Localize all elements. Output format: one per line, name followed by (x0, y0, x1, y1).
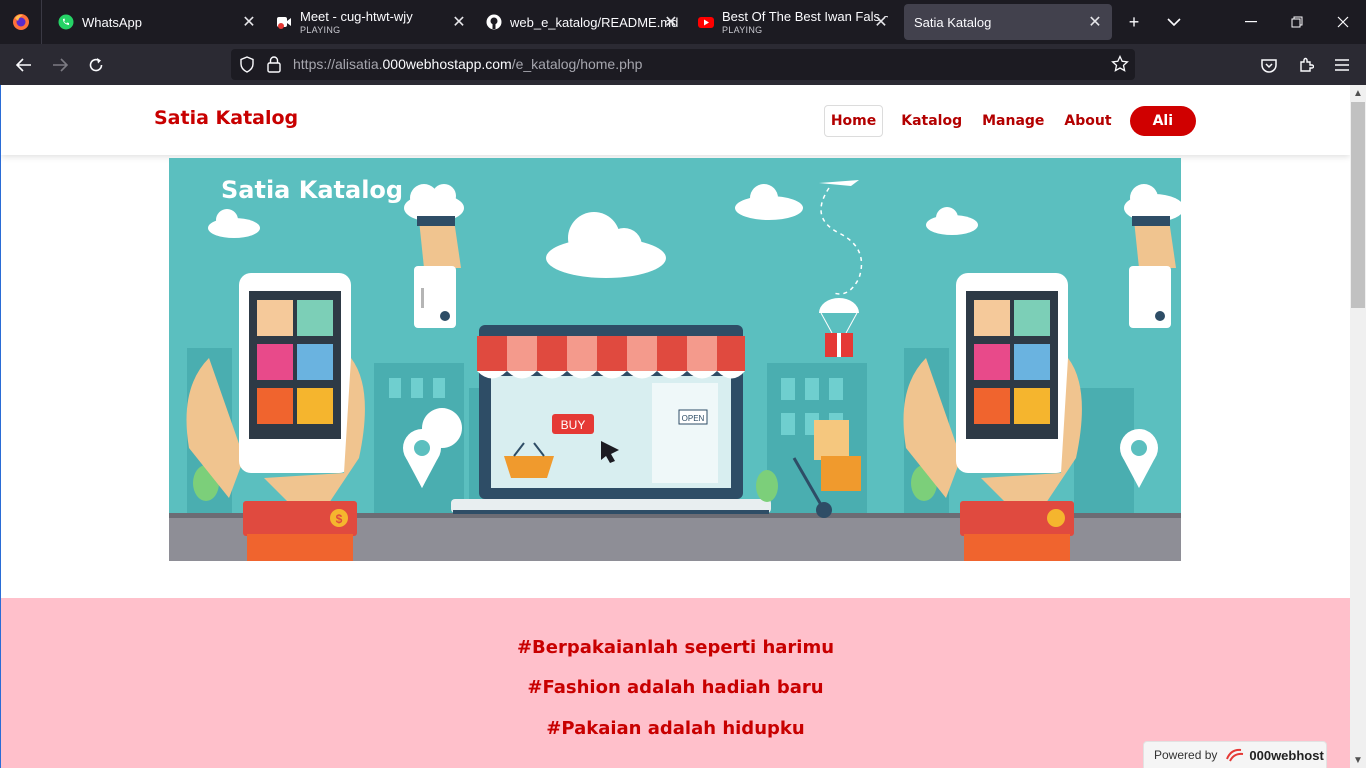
app-menu-icon[interactable] (1327, 50, 1357, 80)
close-tab-icon[interactable]: ✕ (450, 13, 468, 31)
tab-meet[interactable]: Meet - cug-htwt-wjy PLAYING ✕ (266, 4, 476, 40)
tab-github[interactable]: web_e_katalog/README.md ✕ (476, 4, 688, 40)
scroll-up-arrow-icon[interactable]: ▲ (1350, 85, 1366, 101)
close-tab-icon[interactable]: ✕ (240, 13, 258, 31)
firefox-menu-icon[interactable] (0, 0, 42, 44)
tab-whatsapp[interactable]: WhatsApp ✕ (48, 4, 266, 40)
tab-satia-katalog[interactable]: Satia Katalog ✕ (904, 4, 1112, 40)
main-menu: Home Katalog Manage About Ali (816, 105, 1196, 137)
powered-by-brand: 000webhost (1249, 747, 1324, 763)
pocket-icon[interactable] (1254, 50, 1284, 80)
menu-katalog-link[interactable]: Katalog (895, 106, 968, 136)
coin-label: $ (336, 512, 343, 526)
site-brand[interactable]: Satia Katalog (154, 107, 298, 129)
youtube-icon (698, 14, 714, 30)
scroll-down-arrow-icon[interactable]: ▼ (1350, 752, 1366, 768)
tab-title: Satia Katalog (914, 14, 992, 30)
url-text: https://alisatia.000webhostapp.com/e_kat… (293, 56, 643, 72)
page-scrollbar[interactable]: ▲ ▼ (1350, 85, 1366, 768)
hero-illustration: BUY OPEN $ (169, 158, 1181, 561)
menu-home-link[interactable]: Home (823, 105, 884, 137)
quote-line: #Pakaian adalah hidupku (546, 718, 805, 739)
tab-title: Best Of The Best Iwan Fals ~ (722, 9, 888, 24)
scrollbar-thumb[interactable] (1351, 102, 1365, 308)
tab-title: web_e_katalog/README.md (510, 14, 678, 30)
menu-about-link[interactable]: About (1058, 106, 1117, 136)
close-tab-icon[interactable]: ✕ (1086, 13, 1104, 31)
powered-by-badge[interactable]: Powered by 000webhost (1143, 741, 1327, 768)
address-bar[interactable]: https://alisatia.000webhostapp.com/e_kat… (231, 49, 1135, 80)
whatsapp-icon (58, 14, 74, 30)
reload-icon[interactable] (81, 50, 111, 80)
user-account-button[interactable]: Ali (1129, 106, 1196, 136)
list-tabs-chevron-icon[interactable] (1154, 4, 1194, 40)
minimize-icon[interactable] (1228, 0, 1274, 44)
tab-youtube[interactable]: Best Of The Best Iwan Fals ~ PLAYING ✕ (688, 4, 898, 40)
quote-line: #Berpakaianlah seperti harimu (516, 637, 835, 658)
meet-icon (276, 14, 292, 30)
tab-strip: WhatsApp ✕ Meet - cug-htwt-wjy PLAYING ✕… (0, 0, 1366, 44)
restore-icon[interactable] (1274, 0, 1320, 44)
tab-title: WhatsApp (82, 14, 142, 30)
bookmark-star-icon[interactable] (1111, 54, 1129, 78)
extensions-icon[interactable] (1291, 50, 1321, 80)
quote-line: #Fashion adalah hadiah baru (527, 677, 824, 698)
close-tab-icon[interactable]: ✕ (872, 13, 890, 31)
hero-title: Satia Katalog (221, 176, 404, 204)
webhost-logo-icon (1225, 747, 1245, 763)
powered-by-label: Powered by (1154, 748, 1218, 762)
tab-title: Meet - cug-htwt-wjy (300, 9, 413, 24)
tab-audio-status: PLAYING (722, 25, 763, 35)
close-window-icon[interactable] (1320, 0, 1366, 44)
menu-manage-link[interactable]: Manage (976, 106, 1050, 136)
back-arrow-icon[interactable] (9, 50, 39, 80)
new-tab-icon[interactable]: + (1114, 4, 1154, 40)
tracking-protection-shield-icon[interactable] (239, 56, 255, 78)
site-header: Satia Katalog Home Katalog Manage About … (1, 85, 1350, 155)
lock-icon[interactable] (267, 56, 281, 78)
open-sign-label: OPEN (682, 414, 705, 423)
page-viewport: Satia Katalog Home Katalog Manage About … (0, 85, 1350, 768)
close-tab-icon[interactable]: ✕ (662, 13, 680, 31)
tab-audio-status: PLAYING (300, 25, 341, 35)
github-icon (486, 14, 502, 30)
buy-sign-label: BUY (561, 418, 586, 432)
forward-arrow-icon[interactable] (45, 50, 75, 80)
hero-banner: BUY OPEN $ Satia Katalog (169, 158, 1181, 561)
